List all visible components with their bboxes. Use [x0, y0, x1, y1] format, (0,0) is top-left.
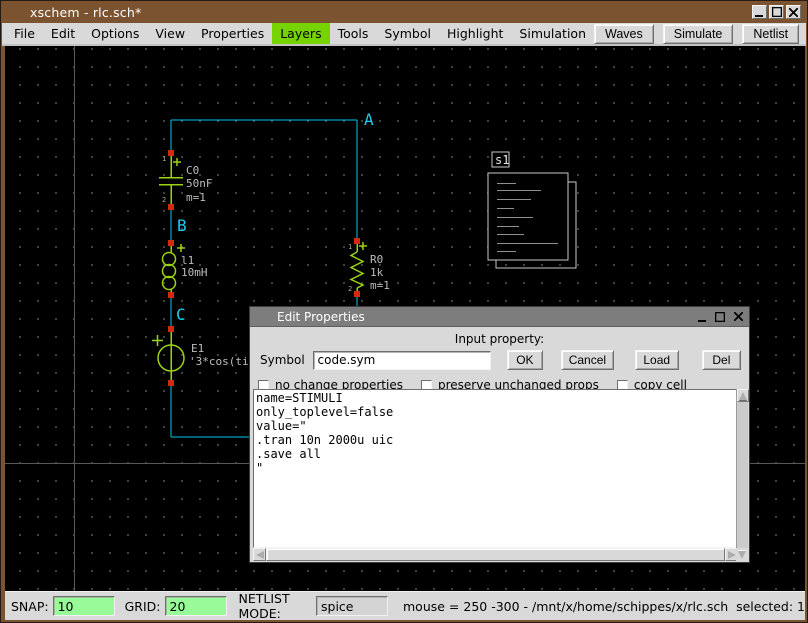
plus-icon	[173, 158, 181, 166]
mouse-status-text: mouse = 250 -300 - /mnt/x/home/schippes/…	[403, 599, 805, 614]
dialog-minimize-icon[interactable]	[695, 310, 709, 323]
ok-button[interactable]: OK	[507, 350, 543, 370]
e1-name[interactable]: E1	[191, 343, 204, 355]
property-text[interactable]: name=STIMULI only_toplevel=false value="…	[254, 390, 737, 476]
resistor-r0[interactable]	[351, 241, 367, 294]
app-window: xschem - rlc.sch* File Edit Options View…	[0, 0, 808, 623]
menu-properties[interactable]: Properties	[193, 23, 272, 44]
scroll-down-icon[interactable]	[736, 548, 748, 561]
plus-icon	[177, 244, 185, 252]
r0-value[interactable]: 1k	[370, 267, 383, 279]
menu-options[interactable]: Options	[83, 23, 147, 44]
menu-layers[interactable]: Layers	[272, 23, 329, 44]
r0-pin2: 2	[348, 286, 352, 293]
scroll-up-icon[interactable]	[737, 389, 749, 402]
del-button[interactable]: Del	[702, 350, 741, 370]
statusbar: SNAP: GRID: NETLIST MODE: mouse = 250 -3…	[5, 591, 805, 620]
pin-box	[354, 238, 360, 244]
pin-box	[168, 380, 174, 386]
c0-name[interactable]: C0	[186, 165, 199, 177]
window-title: xschem - rlc.sch*	[2, 5, 141, 20]
scroll-left-icon[interactable]	[253, 548, 266, 561]
netlist-mode-input[interactable]	[316, 596, 388, 616]
dialog-titlebar[interactable]: Edit Properties	[250, 307, 749, 327]
dialog-close-icon[interactable]	[731, 310, 745, 323]
plus-icon	[152, 335, 163, 346]
minimize-icon[interactable]	[752, 5, 767, 19]
property-textarea[interactable]: name=STIMULI only_toplevel=false value="…	[253, 389, 738, 548]
menu-file[interactable]: File	[6, 23, 43, 44]
node-label-b[interactable]: B	[177, 218, 187, 234]
netlist-button[interactable]: Netlist	[742, 24, 799, 44]
horizontal-scroll-thumb[interactable]	[266, 548, 725, 561]
voltage-source-e1[interactable]	[152, 332, 184, 381]
cancel-button[interactable]: Cancel	[561, 350, 614, 370]
dialog-maximize-icon[interactable]	[713, 310, 727, 323]
plus-icon	[359, 242, 367, 250]
vertical-scrollbar[interactable]	[736, 389, 748, 548]
menu-edit[interactable]: Edit	[43, 23, 83, 44]
edit-properties-dialog: Edit Properties Input property: Symbol O…	[249, 306, 750, 563]
menu-view[interactable]: View	[147, 23, 193, 44]
window-titlebar[interactable]: xschem - rlc.sch*	[2, 2, 806, 23]
input-property-label: Input property:	[250, 332, 749, 346]
load-button[interactable]: Load	[635, 350, 679, 370]
c0-pin2: 2	[162, 197, 166, 204]
l1-value[interactable]: 10mH	[181, 267, 208, 279]
menubar: File Edit Options View Properties Layers…	[2, 23, 806, 46]
netlist-mode-label: NETLIST MODE:	[239, 591, 313, 621]
c0-value[interactable]: 50nF	[186, 178, 213, 190]
grid-input[interactable]	[165, 596, 227, 616]
pin-box	[354, 291, 360, 297]
snap-label: SNAP:	[11, 599, 49, 614]
pin-box	[168, 326, 174, 332]
menu-symbol[interactable]: Symbol	[376, 23, 439, 44]
pin-box	[168, 292, 174, 298]
snap-input[interactable]	[53, 596, 115, 616]
pin-box	[168, 240, 174, 246]
menu-simulation[interactable]: Simulation	[511, 23, 594, 44]
horizontal-scrollbar[interactable]	[253, 548, 738, 561]
grid-label: GRID:	[125, 599, 161, 614]
dialog-title: Edit Properties	[250, 310, 365, 324]
symbol-label: Symbol	[260, 353, 313, 367]
r0-name[interactable]: R0	[370, 254, 383, 266]
s1-instance-label[interactable]: s1	[495, 154, 509, 166]
close-icon[interactable]	[786, 5, 801, 19]
menu-highlight[interactable]: Highlight	[439, 23, 511, 44]
pin-box	[168, 150, 174, 156]
node-label-c[interactable]: C	[176, 307, 186, 323]
waves-button[interactable]: Waves	[594, 24, 654, 44]
r0-pin1: 1	[348, 244, 352, 251]
c0-pin1: 1	[162, 156, 166, 163]
r0-m[interactable]: m=1	[370, 280, 390, 292]
simulate-button[interactable]: Simulate	[663, 24, 734, 44]
c0-m[interactable]: m=1	[186, 192, 206, 204]
code-symbol-s1[interactable]	[488, 152, 576, 268]
pin-box	[168, 204, 174, 210]
symbol-input[interactable]	[313, 351, 491, 370]
menu-tools[interactable]: Tools	[330, 23, 377, 44]
maximize-icon[interactable]	[769, 5, 784, 19]
node-label-a[interactable]: A	[364, 112, 374, 128]
